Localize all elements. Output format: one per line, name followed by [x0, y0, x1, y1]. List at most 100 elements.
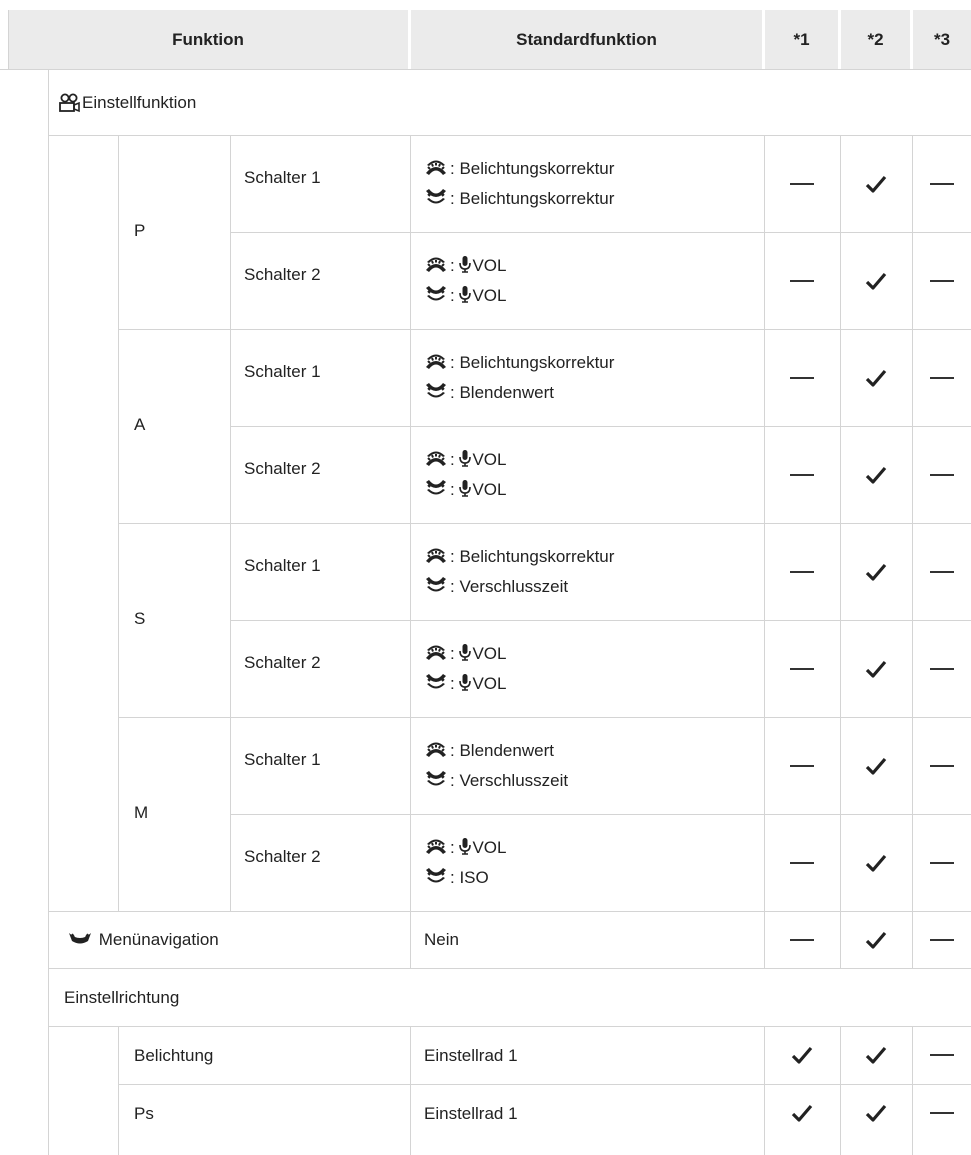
header-col3: *3	[913, 10, 971, 69]
colon: :	[450, 480, 460, 499]
column-divider	[48, 69, 49, 1155]
microphone-icon	[459, 285, 472, 308]
dial-value-line: : VOL	[424, 448, 506, 472]
schalter-label: Schalter 2	[244, 265, 321, 284]
colon: :	[450, 159, 460, 178]
col3-mark-dash	[912, 426, 971, 523]
einstellrichtung-row-value: Einstellrad 1	[424, 1104, 518, 1123]
schalter-label: Schalter 2	[244, 847, 321, 866]
header-col2: *2	[841, 10, 910, 69]
column-divider	[912, 135, 913, 911]
rear-dial-icon	[424, 382, 448, 405]
dash-mark	[790, 667, 814, 670]
column-divider	[118, 135, 119, 911]
header-col2-label: *2	[867, 29, 884, 49]
front-dial-icon	[424, 837, 448, 860]
dial-value-line: : VOL	[424, 672, 506, 696]
dial-navigation-icon	[68, 930, 92, 950]
dial-value: Verschlusszeit	[459, 771, 569, 790]
col3-mark-dash	[912, 620, 971, 717]
column-divider	[764, 135, 765, 911]
col1-mark-dash	[764, 232, 840, 329]
microphone-icon	[459, 479, 472, 502]
movie-camera-icon	[59, 93, 80, 113]
colon: :	[450, 256, 460, 275]
header-funktion-label: Funktion	[172, 29, 244, 49]
dial-value: Blendenwert	[459, 741, 554, 760]
dial-value: Blendenwert	[459, 383, 554, 402]
rear-dial-icon	[424, 285, 448, 308]
microphone-icon	[459, 643, 472, 666]
col2-mark-check	[840, 717, 912, 814]
einstellrichtung-row-label: Ps	[134, 1104, 154, 1123]
col2-mark-check	[840, 523, 912, 620]
rear-dial-icon	[424, 770, 448, 793]
header-col3-label: *3	[933, 29, 951, 49]
einstellrichtung-row-value: Einstellrad 1	[424, 1046, 518, 1065]
column-divider	[118, 1026, 119, 1155]
dial-value-line: : VOL	[424, 478, 506, 502]
dash-mark	[790, 473, 814, 476]
dial-value: VOL	[472, 286, 507, 305]
column-divider	[840, 911, 841, 968]
col2-mark-check	[840, 426, 912, 523]
dash-mark	[790, 182, 814, 185]
row-divider	[48, 968, 971, 969]
menu-navigation-label: Menünavigation	[68, 930, 219, 950]
rear-dial-icon	[424, 188, 448, 211]
einstellfunktion-heading: Einstellfunktion	[58, 93, 196, 113]
dial-value: VOL	[472, 480, 507, 499]
dial-value: Verschlusszeit	[459, 577, 569, 596]
dial-value-line: : Belichtungskorrektur	[424, 545, 614, 569]
dial-value-line: : Blendenwert	[424, 739, 554, 763]
dial-value: Belichtungskorrektur	[459, 189, 615, 208]
colon: :	[450, 644, 460, 663]
dash-mark	[929, 1054, 954, 1056]
colon: :	[450, 353, 460, 372]
col3-mark-dash	[912, 523, 971, 620]
einstellrichtung-heading: Einstellrichtung	[64, 988, 180, 1007]
col3-mark-dash	[912, 135, 971, 232]
front-dial-icon	[424, 158, 448, 181]
microphone-icon	[459, 837, 472, 860]
front-dial-icon	[424, 449, 448, 472]
dial-value: VOL	[472, 674, 507, 693]
dial-value-line: : ISO	[424, 866, 489, 890]
col1-mark-dash	[764, 911, 840, 968]
dash-mark	[929, 376, 954, 379]
dial-value: ISO	[459, 868, 489, 887]
menu-navigation-text: Menünavigation	[98, 930, 219, 949]
dial-value-line: : Verschlusszeit	[424, 575, 568, 599]
col3-mark-dash	[912, 814, 971, 911]
dash-mark	[790, 764, 814, 767]
colon: :	[450, 450, 460, 469]
front-dial-icon	[424, 352, 448, 375]
column-divider	[230, 135, 231, 911]
dial-value: Belichtungskorrektur	[459, 353, 615, 372]
dial-value: Belichtungskorrektur	[459, 547, 615, 566]
front-dial-icon	[424, 546, 448, 569]
header-funktion: Funktion	[8, 10, 408, 69]
dash-mark	[929, 938, 954, 941]
dash-mark	[929, 861, 954, 864]
schalter-label: Schalter 1	[244, 168, 321, 187]
column-divider	[764, 1026, 765, 1155]
dial-value-line: : Belichtungskorrektur	[424, 157, 614, 181]
column-divider	[410, 135, 411, 911]
front-dial-icon	[424, 255, 448, 278]
colon: :	[450, 674, 460, 693]
col1-mark-check	[764, 1084, 840, 1142]
dial-value-line: : Belichtungskorrektur	[424, 187, 614, 211]
col1-mark-dash	[764, 814, 840, 911]
header-standardfunktion: Standardfunktion	[411, 10, 762, 69]
microphone-icon	[459, 673, 472, 696]
rear-dial-icon	[424, 479, 448, 502]
col2-mark-check	[840, 1084, 912, 1142]
dial-value: VOL	[472, 838, 507, 857]
dial-value-line: : Verschlusszeit	[424, 769, 568, 793]
microphone-icon	[459, 449, 472, 472]
col2-mark-check	[840, 911, 912, 968]
mode-label: S	[134, 609, 146, 628]
mode-label: M	[134, 803, 149, 822]
col1-mark-dash	[764, 135, 840, 232]
